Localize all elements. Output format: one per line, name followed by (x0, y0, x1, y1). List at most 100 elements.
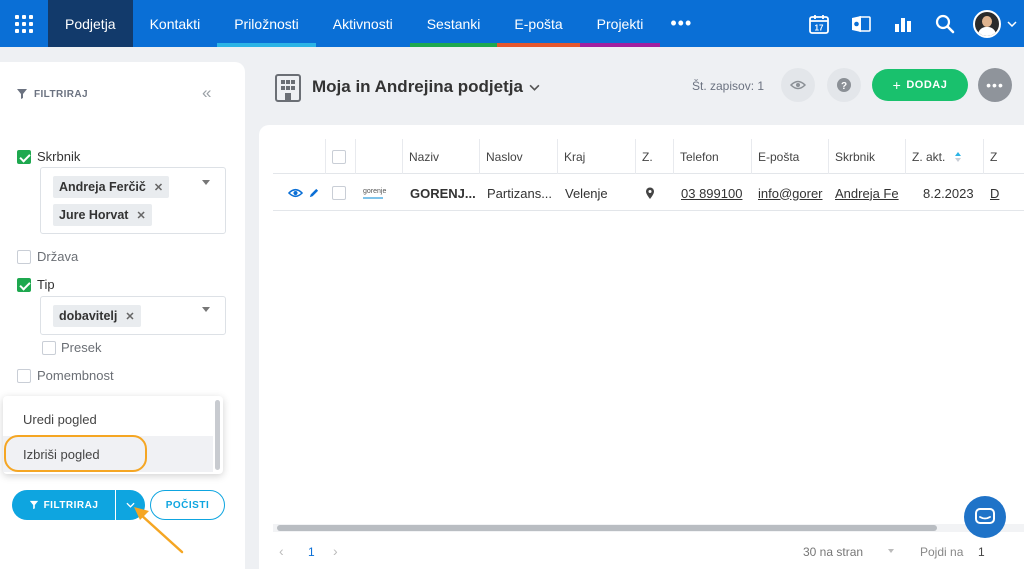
cell-z[interactable]: D (983, 175, 1024, 211)
column-header[interactable]: Naziv (402, 139, 479, 174)
calendar-day: 17 (815, 23, 824, 32)
column-header[interactable]: E-pošta (751, 139, 828, 174)
help-icon: ? (837, 78, 851, 92)
column-header[interactable]: Z. (635, 139, 673, 174)
actions-column-header (273, 139, 325, 174)
nav-tab[interactable]: E-pošta (497, 0, 580, 47)
filter-icon (29, 500, 38, 510)
nav-tab[interactable]: Aktivnosti (316, 0, 410, 47)
cell-skrbnik[interactable]: Andreja Fe (828, 175, 905, 211)
search-icon[interactable] (924, 0, 966, 47)
preview-button[interactable] (781, 68, 815, 102)
menu-scrollbar[interactable] (215, 400, 220, 470)
goto-page-input[interactable]: 1 (978, 545, 985, 559)
nav-tab-color-bar (579, 43, 661, 47)
table-row[interactable]: gorenje GORENJ... Partizans... Velenje 0… (273, 175, 1024, 211)
nav-more-button[interactable]: ••• (660, 0, 702, 47)
tip-checkbox[interactable] (17, 278, 31, 292)
nav-tab[interactable]: Projekti (579, 0, 661, 47)
sort-icon (955, 151, 962, 162)
nav-tab-color-bar (409, 43, 498, 47)
drzava-checkbox[interactable] (17, 250, 31, 264)
tag-chip: dobavitelj ✕ (53, 305, 141, 327)
help-button[interactable]: ? (827, 68, 861, 102)
nav-tab-label: Priložnosti (234, 15, 299, 32)
tip-label: Tip (37, 277, 55, 292)
record-count: Št. zapisov: 1 (692, 79, 765, 93)
nav-tab-label: Projekti (596, 15, 644, 32)
row-select-cell (325, 175, 355, 211)
next-page-icon[interactable]: › (333, 543, 338, 559)
page-number[interactable]: 1 (308, 545, 315, 559)
scrollbar-thumb[interactable] (277, 525, 937, 531)
eye-icon[interactable] (288, 188, 303, 198)
pomembnost-label: Pomembnost (37, 368, 114, 383)
cell-telefon[interactable]: 03 899100 (673, 175, 751, 211)
row-checkbox[interactable] (332, 186, 346, 200)
per-page-select[interactable]: 30 na stran (803, 545, 863, 559)
nav-tab-label: E-pošta (514, 15, 563, 32)
dropdown-caret-icon (202, 307, 210, 312)
apps-menu-button[interactable] (0, 0, 48, 47)
logo-column-header (355, 139, 402, 174)
logo-text: gorenje (363, 187, 387, 195)
nav-tabs: Podjetja Kontakti Priložnosti Aktivnosti Ses… (48, 0, 661, 47)
column-header[interactable]: Telefon (673, 139, 751, 174)
horizontal-scrollbar[interactable] (273, 524, 1024, 532)
outlook-icon[interactable] (840, 0, 882, 47)
calendar-icon[interactable]: 17 (798, 0, 840, 47)
column-header-label: Z. akt. (912, 149, 946, 164)
user-menu[interactable] (966, 0, 1024, 47)
skrbnik-checkbox[interactable] (17, 150, 31, 164)
add-button-label: DODAJ (906, 79, 948, 91)
goto-label: Pojdi na (920, 545, 964, 559)
presek-checkbox[interactable] (42, 341, 56, 355)
tip-select[interactable]: dobavitelj ✕ (40, 296, 226, 335)
select-all-checkbox[interactable] (332, 149, 346, 164)
column-header[interactable]: Skrbnik (828, 139, 905, 174)
plus-icon: + (892, 77, 902, 93)
nav-tab-label: Podjetja (65, 15, 116, 32)
pomembnost-checkbox[interactable] (17, 369, 31, 383)
svg-text:?: ? (841, 81, 847, 92)
prev-page-icon[interactable]: ‹ (279, 543, 284, 559)
pencil-icon[interactable] (308, 188, 319, 199)
filter-icon (17, 89, 27, 99)
chat-widget-button[interactable] (964, 496, 1006, 538)
reports-chart-icon[interactable] (882, 0, 924, 47)
remove-tag-icon[interactable]: ✕ (154, 181, 163, 194)
drzava-label: Država (37, 249, 79, 264)
remove-tag-icon[interactable]: ✕ (125, 310, 134, 323)
column-header[interactable]: Kraj (557, 139, 635, 174)
map-pin-icon[interactable] (635, 175, 673, 211)
cell-zakt: 8.2.2023 (923, 185, 974, 201)
filter-button[interactable]: FILTRIRAJ (12, 490, 115, 520)
add-button[interactable]: + DODAJ (872, 69, 968, 101)
cell-naziv[interactable]: GORENJ... (402, 175, 479, 211)
filter-title: FILTRIRAJ (34, 88, 88, 100)
avatar (973, 9, 1001, 38)
grid-icon (15, 14, 33, 33)
nav-tab[interactable]: Priložnosti (217, 0, 316, 47)
edit-view-menu-item[interactable]: Uredi pogled (3, 401, 213, 437)
column-header[interactable]: Z (983, 139, 1024, 174)
remove-tag-icon[interactable]: ✕ (136, 209, 145, 222)
row-actions (281, 175, 325, 211)
more-options-button[interactable]: ••• (978, 68, 1012, 102)
collapse-panel-icon[interactable]: « (202, 83, 211, 103)
nav-tab[interactable]: Sestanki (409, 0, 498, 47)
sorted-column-header[interactable]: Z. akt. (905, 139, 983, 174)
view-selector[interactable]: Moja in Andrejina podjetja (312, 77, 540, 97)
skrbnik-select[interactable]: Andreja Ferčič ✕ Jure Horvat ✕ (40, 167, 226, 234)
tag-chip: Andreja Ferčič ✕ (53, 176, 170, 198)
column-header[interactable]: Naslov (479, 139, 557, 174)
nav-tab[interactable]: Podjetja (48, 0, 133, 47)
tag-label: Andreja Ferčič (59, 180, 146, 194)
tag-label: Jure Horvat (59, 208, 129, 222)
nav-tab[interactable]: Kontakti (133, 0, 218, 47)
nav-tab-label: Kontakti (149, 15, 201, 32)
cell-eposta[interactable]: info@gorer (751, 175, 828, 211)
top-navigation: Podjetja Kontakti Priložnosti Aktivnosti Ses… (0, 0, 1024, 47)
filter-header: FILTRIRAJ (16, 88, 88, 100)
highlight-ring (4, 435, 147, 472)
